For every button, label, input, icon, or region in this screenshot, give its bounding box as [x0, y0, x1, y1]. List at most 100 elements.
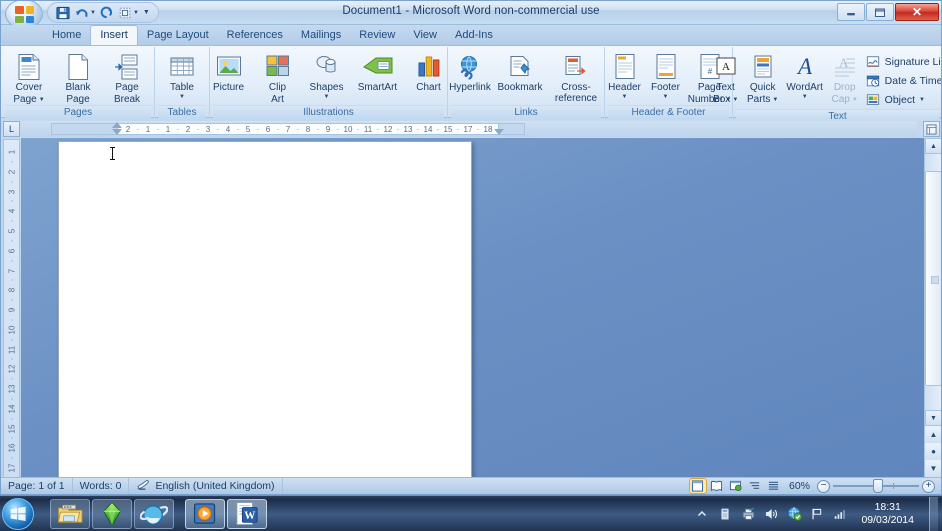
draft-view-button[interactable] [766, 479, 782, 493]
document-page[interactable] [58, 141, 472, 477]
ruler-tick: 10 [343, 125, 353, 134]
footer-dropdown-arrow[interactable]: ▼ [663, 94, 669, 100]
object-icon [865, 92, 881, 108]
drop-cap-dropdown-arrow[interactable]: ▼ [852, 97, 858, 103]
taskbar-item-internet-explorer[interactable] [134, 498, 174, 529]
quick-parts-label-line2: Parts [747, 93, 771, 105]
minimize-button[interactable] [837, 3, 865, 21]
footer-button[interactable]: Footer ▼ [646, 50, 686, 100]
zoom-in-button[interactable]: + [922, 479, 935, 493]
ruler-tick: 13 [403, 125, 413, 134]
vertical-scroll-thumb[interactable] [925, 171, 941, 386]
blank-page-button[interactable]: Blank Page [54, 50, 102, 105]
quick-parts-dropdown-arrow[interactable]: ▼ [772, 97, 778, 103]
ribbon-group-links: Hyperlink Bookmark Cross-reference Links [448, 47, 605, 118]
tab-mailings[interactable]: Mailings [292, 26, 350, 45]
cover-page-button[interactable]: Cover Page ▼ [5, 50, 53, 105]
tray-show-hidden-icons-button[interactable] [694, 506, 710, 522]
restore-button[interactable] [866, 3, 894, 21]
view-ruler-button[interactable] [923, 121, 940, 137]
page-break-button[interactable]: Page Break [103, 50, 151, 105]
wordart-button[interactable]: A WordArt ▼ [783, 50, 827, 100]
picture-button[interactable]: Picture [205, 50, 253, 94]
horizontal-ruler[interactable]: 2 · 1 · 1 · 2 · 3 · 4 · 5 · 6 · 7 · 8 · 9 · 10 · 11 · 12 · 13 · 14 · 15 ·… [21, 121, 917, 137]
tab-stop-selector-button[interactable]: L [3, 121, 20, 137]
status-word-count[interactable]: Words: 0 [73, 477, 130, 494]
tray-icon-security[interactable] [786, 506, 802, 522]
wordart-dropdown-arrow[interactable]: ▼ [802, 94, 808, 100]
tray-icon-volume[interactable] [763, 506, 779, 522]
tray-icon-network[interactable] [832, 506, 848, 522]
taskbar-item-word[interactable]: W [227, 498, 267, 529]
zoom-slider-handle[interactable] [873, 479, 883, 493]
web-layout-view-button[interactable] [728, 479, 744, 493]
drop-cap-button[interactable]: A Drop Cap ▼ [828, 50, 862, 105]
object-button[interactable]: Object ▼ [863, 91, 941, 109]
vertical-ruler-tick: 6 [7, 248, 16, 253]
text-box-dropdown-arrow[interactable]: ▼ [732, 97, 738, 103]
vertical-scrollbar[interactable]: ▲ ▲ ● ▼ ▼ [924, 138, 941, 477]
start-button[interactable] [2, 497, 34, 530]
zoom-level-label[interactable]: 60% [789, 480, 810, 492]
object-dropdown-arrow[interactable]: ▼ [919, 97, 925, 103]
tab-review[interactable]: Review [350, 26, 404, 45]
header-dropdown-arrow[interactable]: ▼ [622, 94, 628, 100]
next-page-button[interactable]: ▼ [925, 460, 941, 477]
tab-page-layout[interactable]: Page Layout [138, 26, 218, 45]
tab-view[interactable]: View [404, 26, 446, 45]
shapes-dropdown-arrow[interactable]: ▼ [324, 94, 330, 100]
footer-label: Footer [651, 82, 680, 93]
tab-insert[interactable]: Insert [90, 25, 138, 45]
full-screen-reading-view-button[interactable] [709, 479, 725, 493]
devices-icon [721, 507, 730, 520]
taskbar-item-media-player[interactable] [185, 498, 225, 529]
clip-art-icon [265, 52, 291, 82]
bookmark-button[interactable]: Bookmark [495, 50, 545, 94]
vertical-ruler-minor-tick: · [7, 279, 16, 282]
tab-add-ins[interactable]: Add-Ins [446, 26, 502, 45]
outline-view-button[interactable] [747, 479, 763, 493]
taskbar-clock[interactable]: 18:31 09/03/2014 [855, 501, 920, 527]
first-line-indent-marker[interactable] [112, 122, 122, 128]
table-dropdown-arrow[interactable]: ▼ [179, 94, 185, 100]
select-browse-object-button[interactable]: ● [925, 443, 941, 460]
text-box-button[interactable]: A Text Box ▼ [709, 50, 743, 105]
taskbar-item-explorer[interactable] [50, 498, 90, 529]
table-button[interactable]: Table ▼ [158, 50, 206, 100]
scroll-up-button[interactable]: ▲ [925, 138, 941, 154]
status-page-number[interactable]: Page: 1 of 1 [1, 477, 73, 494]
right-indent-marker[interactable] [494, 129, 504, 135]
document-canvas[interactable]: ▲ ▲ ● ▼ ▼ [21, 138, 941, 477]
cover-page-dropdown-arrow[interactable]: ▼ [39, 97, 45, 103]
scroll-down-button[interactable]: ▼ [925, 410, 941, 426]
shapes-button[interactable]: Shapes ▼ [303, 50, 351, 100]
cross-reference-button[interactable]: Cross-reference [546, 50, 606, 104]
close-button[interactable]: ✕ [895, 3, 939, 21]
tab-home[interactable]: Home [43, 26, 90, 45]
print-layout-view-button[interactable] [688, 478, 707, 494]
hanging-indent-marker[interactable] [112, 129, 122, 135]
tray-icon-devices[interactable] [717, 506, 733, 522]
ruler-tick: 9 [325, 125, 331, 134]
zoom-slider[interactable] [833, 479, 919, 493]
zoom-out-button[interactable]: − [817, 479, 830, 493]
date-time-button[interactable]: Date & Time [863, 72, 941, 90]
status-language[interactable]: English (United Kingdom) [129, 477, 283, 494]
vertical-ruler[interactable]: 1 · 2 · 3 · 4 · 5 · 6 · 7 · 8 · 9 · 10 · 11 · 12 · 13 · 14 · 15 · 16 · 1… [3, 139, 20, 479]
previous-page-button[interactable]: ▲ [925, 426, 941, 443]
tray-icon-action-center[interactable] [809, 506, 825, 522]
signature-line-button[interactable]: Signature Line ▼ [863, 53, 941, 71]
quick-parts-button[interactable]: Quick Parts ▼ [744, 50, 782, 105]
ruler-minor-tick: · [396, 125, 400, 134]
horizontal-ruler-scale[interactable]: 2 · 1 · 1 · 2 · 3 · 4 · 5 · 6 · 7 · 8 · 9 · 10 · 11 · 12 · 13 · 14 · 15 ·… [117, 123, 499, 135]
word-application-window: ▼ ▼ ▼ Document1 - Microsoft Word non-com… [0, 0, 942, 495]
clip-art-button[interactable]: Clip Art [254, 50, 302, 105]
hyperlink-button[interactable]: Hyperlink [446, 50, 494, 94]
tray-icon-printer[interactable] [740, 506, 756, 522]
tab-references[interactable]: References [218, 26, 292, 45]
taskbar-item-sims[interactable] [92, 498, 132, 529]
cross-reference-icon [563, 52, 589, 82]
smartart-button[interactable]: SmartArt [352, 50, 404, 94]
show-desktop-button[interactable] [929, 496, 938, 531]
header-button[interactable]: Header ▼ [605, 50, 645, 100]
